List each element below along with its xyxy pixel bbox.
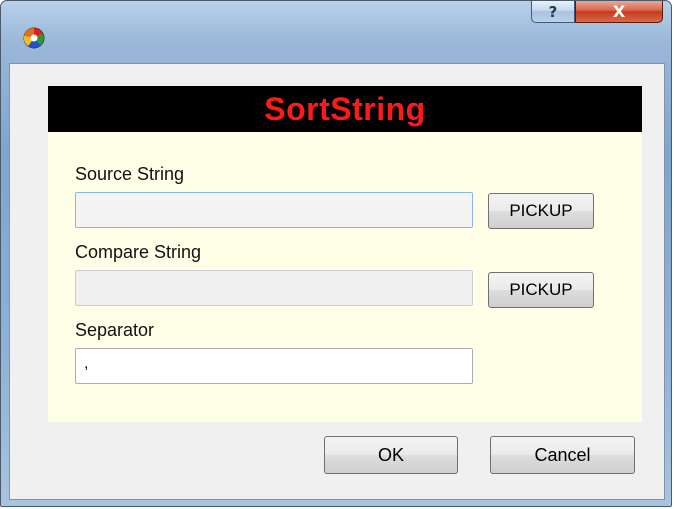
compare-pickup-button[interactable]: PICKUP [488,272,594,308]
compare-string-input[interactable] [75,270,473,306]
dialog-window: ? X SortString Source String PICKUP Comp… [0,0,672,507]
help-button[interactable]: ? [531,1,575,23]
close-button[interactable]: X [575,1,663,23]
title-bar[interactable]: ? X [1,1,671,63]
source-pickup-button[interactable]: PICKUP [488,193,594,229]
source-string-input[interactable] [75,192,473,228]
caption-buttons: ? X [531,1,663,25]
question-icon: ? [548,2,558,21]
compare-string-label: Compare String [75,242,202,262]
separator-input[interactable]: , [75,348,473,384]
ok-button[interactable]: OK [324,436,458,474]
form-panel: Source String PICKUP Compare String PICK… [48,132,642,422]
banner-title: SortString [264,90,426,127]
colorful-circle-icon[interactable] [23,27,45,49]
close-icon: X [612,2,626,21]
title-banner: SortString [48,86,642,132]
cancel-button[interactable]: Cancel [490,436,635,474]
dialog-client-area: SortString Source String PICKUP Compare … [9,63,665,500]
source-string-label: Source String [75,164,185,184]
separator-label: Separator [75,320,155,340]
